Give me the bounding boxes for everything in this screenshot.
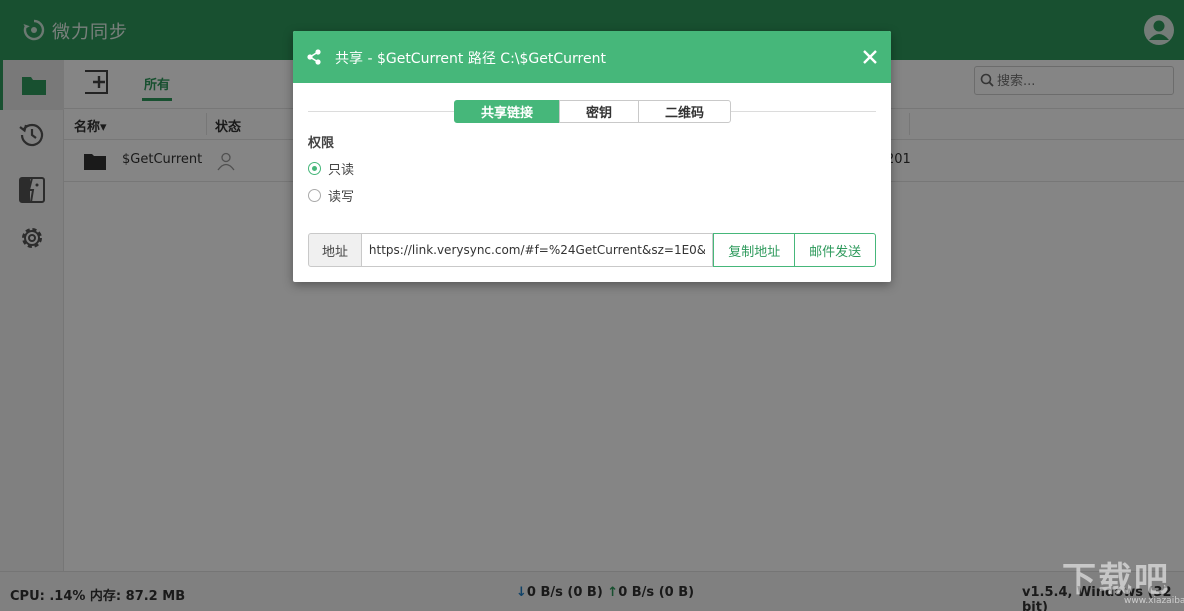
permission-label: 权限: [308, 136, 335, 151]
radio-button-checked[interactable]: [308, 162, 321, 175]
close-icon[interactable]: [861, 48, 879, 66]
radio-read-write[interactable]: 读写: [308, 186, 354, 205]
watermark-logo: 下载吧: [1062, 560, 1170, 600]
tab-share-link[interactable]: 共享链接: [454, 100, 560, 123]
radio-read-only[interactable]: 只读: [308, 159, 354, 178]
share-icon: [307, 49, 321, 65]
radio-label: 只读: [328, 163, 355, 178]
address-input[interactable]: [361, 233, 714, 267]
tab-key[interactable]: 密钥: [559, 100, 639, 123]
address-label: 地址: [308, 233, 362, 267]
dialog-title: 共享 - $GetCurrent 路径 C:\$GetCurrent: [335, 51, 606, 67]
watermark-url: www.xiazaiba.com: [1124, 596, 1184, 606]
copy-address-button[interactable]: 复制地址: [713, 233, 796, 267]
address-group: 地址 复制地址 邮件发送: [308, 233, 877, 267]
dialog-header: 共享 - $GetCurrent 路径 C:\$GetCurrent: [293, 31, 891, 83]
share-dialog: 共享 - $GetCurrent 路径 C:\$GetCurrent 共享链接 …: [293, 31, 891, 282]
tab-qrcode[interactable]: 二维码: [638, 100, 731, 123]
email-send-button[interactable]: 邮件发送: [795, 233, 877, 267]
radio-button[interactable]: [308, 189, 321, 202]
radio-label: 读写: [328, 190, 355, 205]
